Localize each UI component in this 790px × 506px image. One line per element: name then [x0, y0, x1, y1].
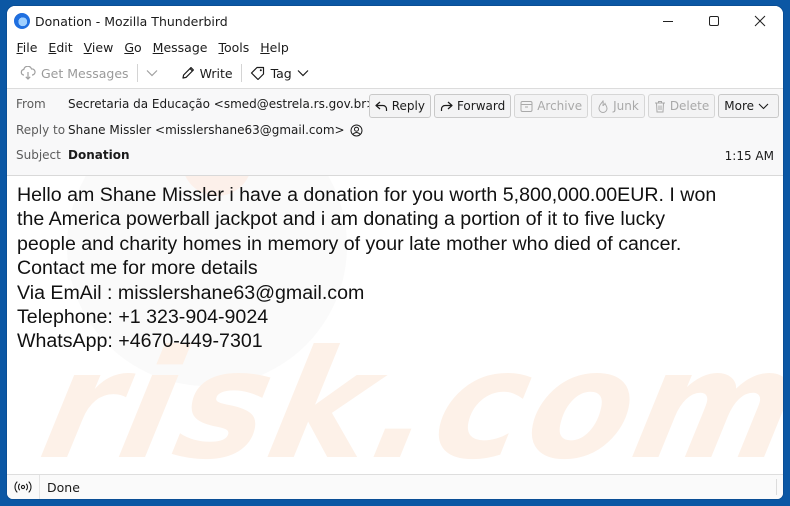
write-button[interactable]: Write: [176, 61, 238, 85]
maximize-button[interactable]: [691, 6, 737, 36]
junk-flame-icon: [598, 99, 608, 113]
menu-label: dit: [56, 39, 73, 55]
menu-label: essage: [163, 39, 208, 55]
message-line-whatsapp: WhatsApp: +4670-449-7301: [17, 330, 263, 353]
forward-label: Forward: [456, 99, 506, 113]
message-line-telephone: Telephone: +1 323-904-9024: [17, 306, 269, 329]
cloud-download-icon: [20, 66, 36, 80]
subject-value: Donation: [68, 148, 130, 162]
forward-button[interactable]: Forward: [433, 94, 512, 118]
write-label: Write: [199, 65, 233, 81]
message-header: From Secretaria da Educação <smed@estrel…: [7, 89, 783, 176]
toolbar-separator: [240, 64, 242, 82]
message-line: the America powerball jackpot and i am d…: [17, 208, 666, 231]
tag-icon: [250, 66, 264, 80]
menu-label: ools: [223, 39, 250, 55]
minimize-icon: [663, 21, 673, 22]
archive-icon: [520, 100, 533, 112]
reply-to-value[interactable]: Shane Missler <misslershane63@gmail.com>: [68, 123, 363, 137]
message-line-email: Via EmAil : misslershane63@gmail.com: [17, 281, 365, 304]
window-title: Donation - Mozilla Thunderbird: [35, 13, 228, 29]
online-signal-icon: [14, 481, 32, 493]
message-line: Hello am Shane Missler i have a donation…: [17, 184, 717, 206]
menu-go[interactable]: Go: [120, 40, 146, 55]
trash-icon: [654, 100, 665, 112]
subject-row: Subject Donation: [7, 148, 129, 162]
get-messages-dropdown[interactable]: [141, 61, 168, 85]
status-bar: Done: [7, 474, 783, 499]
message-line: Contact me for more details: [17, 257, 258, 280]
reply-label: Reply: [391, 99, 425, 113]
from-address[interactable]: Secretaria da Educação <smed@estrela.rs.…: [68, 97, 376, 111]
chevron-down-icon: [297, 70, 309, 77]
menu-accel: M: [152, 39, 164, 55]
online-status-button[interactable]: [7, 475, 40, 499]
junk-button[interactable]: Junk: [591, 94, 645, 118]
delete-button[interactable]: Delete: [647, 94, 716, 118]
toolbar-separator: [136, 64, 138, 82]
reply-to-row: Reply to Shane Missler <misslershane63@g…: [7, 123, 363, 137]
menu-accel: G: [124, 39, 134, 55]
status-text: Done: [47, 479, 80, 495]
menu-accel: V: [83, 39, 92, 55]
delete-label: Delete: [669, 99, 710, 113]
reply-button[interactable]: Reply: [368, 94, 431, 118]
main-toolbar: Get Messages Write Tag: [7, 58, 783, 89]
pencil-icon: [181, 67, 194, 79]
message-actions: Reply Forward Archive Junk Delete More: [368, 94, 779, 118]
minimize-button[interactable]: [645, 6, 691, 36]
more-button[interactable]: More: [718, 94, 779, 118]
menu-bar: File Edit View Go Message Tools Help: [7, 36, 783, 58]
window-controls: [645, 6, 783, 36]
close-button[interactable]: [737, 6, 783, 36]
archive-label: Archive: [537, 99, 583, 113]
message-body: Hello am Shane Missler i have a donation…: [7, 176, 783, 354]
title-bar: Donation - Mozilla Thunderbird: [7, 6, 783, 36]
junk-label: Junk: [613, 99, 639, 113]
menu-accel: H: [260, 39, 270, 55]
menu-tools[interactable]: Tools: [214, 40, 254, 55]
menu-edit[interactable]: Edit: [44, 40, 77, 55]
menu-label: o: [134, 39, 142, 55]
chevron-down-icon: [146, 70, 157, 77]
maximize-icon: [709, 16, 719, 26]
close-icon: [754, 15, 766, 27]
reply-to-address[interactable]: Shane Missler <misslershane63@gmail.com>: [68, 123, 345, 137]
tag-label: Tag: [270, 65, 292, 81]
menu-label: ile: [22, 39, 38, 55]
get-messages-label: Get Messages: [41, 65, 129, 81]
from-row: From Secretaria da Educação <smed@estrel…: [7, 97, 394, 111]
message-body-pane: risk.com Hello am Shane Missler i have a…: [7, 176, 783, 468]
chevron-down-icon: [758, 103, 769, 109]
menu-view[interactable]: View: [79, 40, 118, 55]
add-contact-icon[interactable]: [350, 124, 363, 137]
archive-button[interactable]: Archive: [514, 94, 589, 118]
menu-message[interactable]: Message: [148, 40, 212, 55]
subject-label: Subject: [16, 148, 61, 162]
menu-label: iew: [91, 39, 114, 55]
message-time: 1:15 AM: [724, 149, 774, 163]
menu-label: elp: [269, 39, 289, 55]
message-line: people and charity homes in memory of yo…: [17, 232, 682, 255]
reply-to-label: Reply to: [16, 123, 66, 137]
reply-icon: [375, 101, 387, 111]
tag-button[interactable]: Tag: [245, 61, 314, 85]
thunderbird-window: Donation - Mozilla Thunderbird File Edit…: [7, 6, 783, 499]
forward-icon: [440, 101, 453, 111]
menu-file[interactable]: File: [12, 40, 42, 55]
from-value[interactable]: Secretaria da Educação <smed@estrela.rs.…: [68, 97, 394, 111]
menu-help[interactable]: Help: [256, 40, 294, 55]
from-label: From: [16, 97, 46, 111]
status-divider: [776, 479, 777, 495]
more-label: More: [724, 99, 754, 113]
get-messages-button[interactable]: Get Messages: [15, 61, 134, 85]
thunderbird-logo-icon: [14, 13, 30, 29]
